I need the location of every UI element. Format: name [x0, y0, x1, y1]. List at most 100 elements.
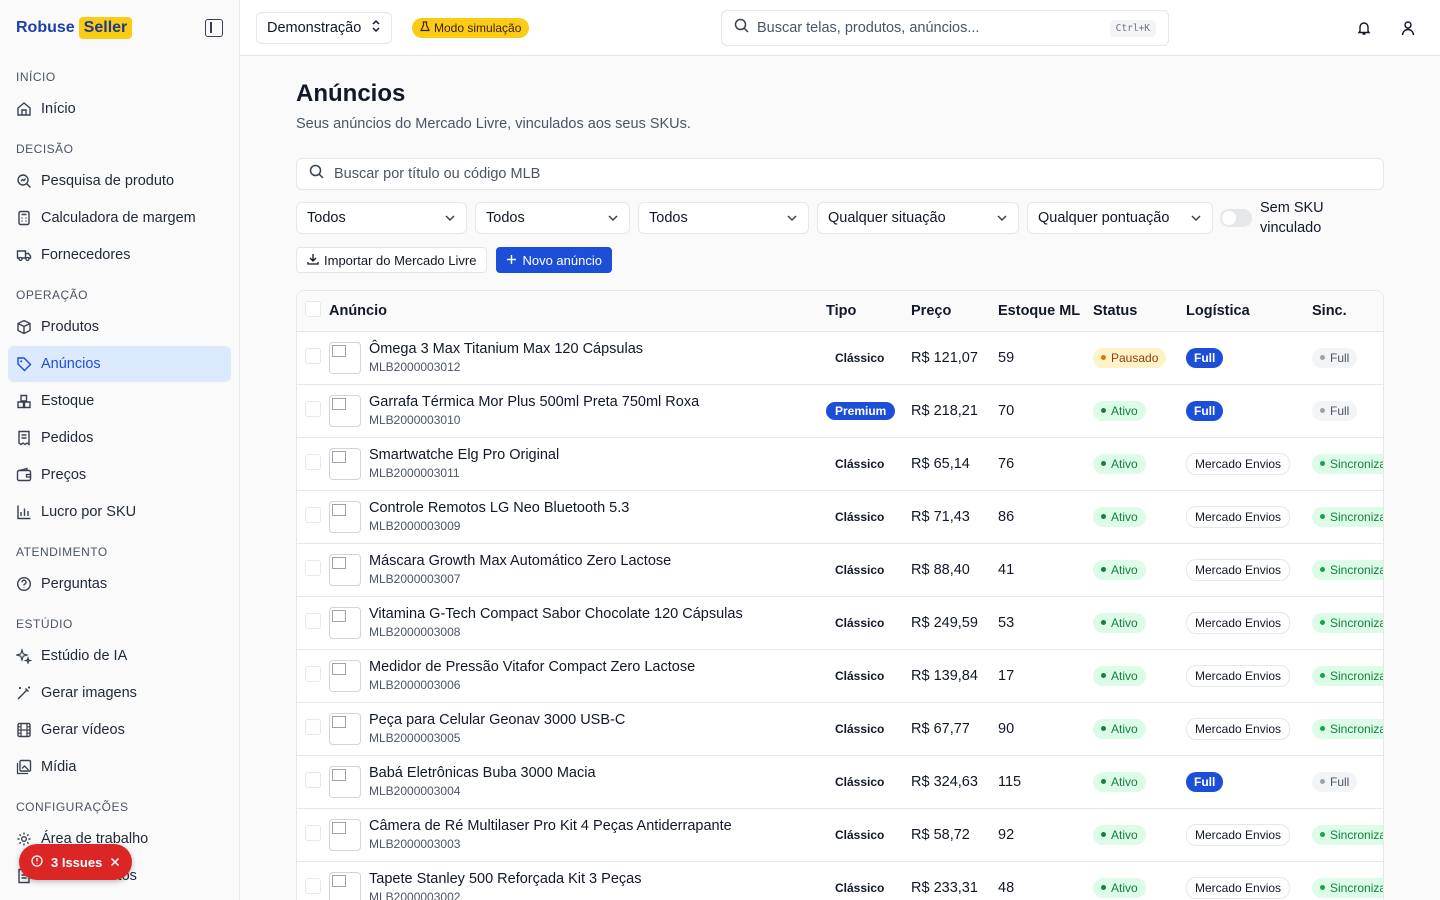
sidebar-item-perguntas[interactable]: Perguntas	[8, 566, 231, 602]
sync-label: Sincronizado	[1330, 668, 1383, 683]
table-row[interactable]: Babá Eletrônicas Buba 3000 Macia MLB2000…	[297, 755, 1383, 809]
sync-dot	[1320, 355, 1325, 360]
listing-title[interactable]: Controle Remotos LG Neo Bluetooth 5.3	[369, 500, 629, 516]
listing-search[interactable]	[296, 158, 1384, 190]
column-header[interactable]: Anúncio	[329, 291, 826, 332]
sync-cell: Full	[1312, 384, 1383, 438]
filter-type[interactable]: Todos	[296, 202, 467, 234]
sidebar-item-inicio[interactable]: Início	[8, 91, 231, 127]
sync-badge: Full	[1312, 771, 1358, 792]
listing-title[interactable]: Babá Eletrônicas Buba 3000 Macia	[369, 765, 596, 781]
row-checkbox[interactable]	[305, 559, 321, 576]
listing-title[interactable]: Peça para Celular Geonav 3000 USB-C	[369, 712, 625, 728]
table-row[interactable]: Peça para Celular Geonav 3000 USB-C MLB2…	[297, 702, 1383, 756]
listing-title[interactable]: Garrafa Térmica Mor Plus 500ml Preta 750…	[369, 394, 699, 410]
sync-badge: Sincronizado	[1312, 506, 1383, 527]
actions-bar: Importar do Mercado Livre Novo anúncio	[296, 247, 612, 273]
new-listing-button[interactable]: Novo anúncio	[496, 247, 612, 273]
sidebar-item-gerar-imagens[interactable]: Gerar imagens	[8, 675, 231, 711]
sidebar-item-label: Calculadora de margem	[41, 210, 196, 226]
bell-icon[interactable]	[1354, 18, 1374, 38]
store-selector[interactable]: Demonstração	[256, 12, 393, 44]
global-search[interactable]: Ctrl+K	[721, 10, 1169, 46]
sidebar-section-title: ATENDIMENTO	[16, 545, 108, 559]
select-all-checkbox[interactable]	[305, 300, 321, 317]
filter-listing-type[interactable]: Todos	[475, 202, 630, 234]
column-header[interactable]: Sinc.	[1312, 291, 1383, 332]
sidebar-item-produtos[interactable]: Produtos	[8, 309, 231, 345]
listing-title[interactable]: Medidor de Pressão Vitafor Compact Zero …	[369, 659, 695, 675]
table-row[interactable]: Vitamina G-Tech Compact Sabor Chocolate …	[297, 596, 1383, 650]
sync-cell: Sincronizado	[1312, 808, 1383, 862]
row-checkbox[interactable]	[305, 718, 321, 735]
sidebar-item-lucro-por-sku[interactable]: Lucro por SKU	[8, 494, 231, 530]
sidebar-item-estoque[interactable]: Estoque	[8, 383, 231, 419]
table-row[interactable]: Controle Remotos LG Neo Bluetooth 5.3 ML…	[297, 490, 1383, 544]
table-row[interactable]: Smartwatche Elg Pro Original MLB20000030…	[297, 437, 1383, 491]
column-header[interactable]: Tipo	[826, 291, 911, 332]
sidebar-item-calculadora-de-margem[interactable]: Calculadora de margem	[8, 200, 231, 236]
table-row[interactable]: Garrafa Térmica Mor Plus 500ml Preta 750…	[297, 384, 1383, 438]
status-dot	[1101, 673, 1106, 678]
sidebar-item-estudio-de-ia[interactable]: Estúdio de IA	[8, 638, 231, 674]
status-label: Ativo	[1111, 668, 1138, 683]
row-checkbox[interactable]	[305, 824, 321, 841]
row-checkbox[interactable]	[305, 877, 321, 894]
row-checkbox[interactable]	[305, 612, 321, 629]
sidebar-toggle-icon[interactable]	[205, 19, 223, 37]
listing-title[interactable]: Tapete Stanley 500 Reforçada Kit 3 Peças	[369, 871, 641, 887]
status-dot	[1101, 567, 1106, 572]
row-checkbox[interactable]	[305, 453, 321, 470]
row-checkbox[interactable]	[305, 506, 321, 523]
logo[interactable]: Robuse Seller	[16, 17, 133, 39]
sidebar-item-pesquisa-de-produto[interactable]: Pesquisa de produto	[8, 163, 231, 199]
no-sku-toggle[interactable]	[1220, 209, 1252, 227]
column-header[interactable]: Estoque ML	[998, 291, 1093, 332]
sidebar-item-gerar-videos[interactable]: Gerar vídeos	[8, 712, 231, 748]
product-thumbnail	[329, 394, 361, 427]
listing-title[interactable]: Smartwatche Elg Pro Original	[369, 447, 559, 463]
close-icon[interactable]	[110, 855, 120, 870]
import-button[interactable]: Importar do Mercado Livre	[296, 247, 488, 273]
listing-cell: Peça para Celular Geonav 3000 USB-C MLB2…	[329, 702, 826, 756]
listing-title[interactable]: Ômega 3 Max Titanium Max 120 Cápsulas	[369, 341, 643, 357]
status-badge: Ativo	[1093, 400, 1146, 421]
sidebar-item-pedidos[interactable]: Pedidos	[8, 420, 231, 456]
listing-search-input[interactable]	[334, 166, 1371, 182]
status-badge: Ativo	[1093, 506, 1146, 527]
row-select-cell	[297, 596, 329, 650]
logo-badge: Seller	[78, 17, 133, 39]
table-row[interactable]: Medidor de Pressão Vitafor Compact Zero …	[297, 649, 1383, 703]
row-checkbox[interactable]	[305, 400, 321, 417]
page-subtitle: Seus anúncios do Mercado Livre, vinculad…	[296, 116, 691, 132]
issues-badge[interactable]: 3 Issues	[19, 844, 133, 880]
table-row[interactable]: Câmera de Ré Multilaser Pro Kit 4 Peças …	[297, 808, 1383, 862]
user-icon[interactable]	[1398, 18, 1418, 38]
row-checkbox[interactable]	[305, 665, 321, 682]
filter-score[interactable]: Qualquer pontuação	[1027, 202, 1213, 234]
product-thumbnail	[329, 659, 361, 692]
listing-type-badge: Clássico	[835, 827, 885, 842]
listing-title[interactable]: Câmera de Ré Multilaser Pro Kit 4 Peças …	[369, 818, 732, 834]
row-checkbox[interactable]	[305, 771, 321, 788]
listing-title[interactable]: Máscara Growth Max Automático Zero Lacto…	[369, 553, 671, 569]
sidebar-item-midia[interactable]: Mídia	[8, 749, 231, 785]
column-header[interactable]: Logística	[1186, 291, 1312, 332]
sidebar-item-precos[interactable]: Preços	[8, 457, 231, 493]
row-select-cell	[297, 384, 329, 438]
column-header[interactable]: Status	[1093, 291, 1186, 332]
filter-status[interactable]: Qualquer situação	[817, 202, 1019, 234]
sidebar-item-fornecedores[interactable]: Fornecedores	[8, 237, 231, 273]
sync-dot	[1320, 832, 1325, 837]
logistics-cell: Full	[1186, 755, 1312, 809]
column-header[interactable]: Preço	[911, 291, 998, 332]
row-checkbox[interactable]	[305, 347, 321, 364]
status-label: Ativo	[1111, 456, 1138, 471]
table-row[interactable]: Máscara Growth Max Automático Zero Lacto…	[297, 543, 1383, 597]
global-search-input[interactable]	[757, 20, 1102, 36]
table-row[interactable]: Ômega 3 Max Titanium Max 120 Cápsulas ML…	[297, 331, 1383, 385]
listing-title[interactable]: Vitamina G-Tech Compact Sabor Chocolate …	[369, 606, 743, 622]
sidebar-item-anuncios[interactable]: Anúncios	[8, 346, 231, 382]
table-row[interactable]: Tapete Stanley 500 Reforçada Kit 3 Peças…	[297, 861, 1383, 900]
filter-logistics[interactable]: Todos	[638, 202, 809, 234]
